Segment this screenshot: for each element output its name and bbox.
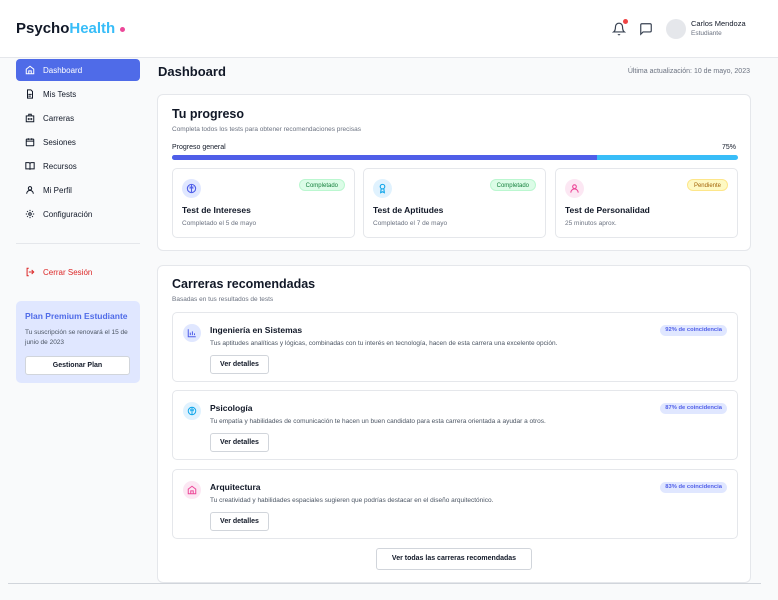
match-badge: 83% de coincidencia (660, 482, 727, 493)
test-name: Test de Personalidad (565, 205, 650, 215)
sidebar-item-mis-tests[interactable]: Mis Tests (16, 83, 140, 105)
avatar[interactable] (666, 19, 686, 39)
book-icon (25, 162, 35, 170)
status-badge: Completado (489, 179, 536, 191)
test-icon-wrap (565, 179, 584, 198)
last-update-text: Última actualización: 10 de mayo, 2023 (627, 68, 750, 75)
home-icon (25, 65, 35, 75)
logout-icon (26, 267, 35, 277)
progress-bar-fill (172, 155, 597, 160)
notification-dot (623, 19, 628, 24)
sidebar-item-mi-perfil[interactable]: Mi Perfil (16, 179, 140, 201)
career-name: Arquitectura (210, 482, 261, 492)
manage-plan-button[interactable]: Gestionar Plan (25, 356, 130, 375)
careers-title: Carreras recomendadas (172, 277, 316, 291)
career-icon-wrap (183, 324, 201, 342)
logo-accent: Health (69, 20, 116, 37)
home-icon (187, 485, 197, 495)
page-title: Dashboard (158, 64, 226, 79)
user-name[interactable]: Carlos Mendoza (691, 19, 746, 28)
premium-plan-box: Plan Premium Estudiante Tu suscripción s… (16, 301, 140, 383)
top-header: PsychoHealth Carlos Mendoza Estudiante (0, 0, 778, 58)
sidebar-item-label: Mis Tests (43, 90, 77, 99)
sidebar-item-recursos[interactable]: Recursos (16, 155, 140, 177)
progress-card: Tu progreso Completa todos los tests par… (157, 94, 751, 251)
test-card-aptitudes[interactable]: Completado Test de Aptitudes Completado … (363, 168, 546, 238)
career-name: Ingeniería en Sistemas (210, 325, 303, 335)
sidebar-item-carreras[interactable]: Carreras (16, 107, 140, 129)
user-icon (26, 186, 34, 194)
status-badge: Completado (298, 179, 345, 191)
building-icon (25, 113, 35, 123)
sidebar-divider (16, 243, 140, 244)
careers-subtitle: Basadas en tus resultados de tests (172, 296, 274, 303)
bell-icon[interactable] (612, 22, 626, 36)
test-status: Completado el 5 de mayo (182, 220, 257, 227)
brain-icon (186, 183, 197, 194)
plan-renewal-text: Tu suscripción se renovará el 15 de juni… (25, 329, 128, 346)
career-item-arquitectura: Arquitectura Tu creatividad y habilidade… (172, 469, 738, 539)
progress-title: Tu progreso (172, 107, 244, 121)
calendar-icon (25, 138, 35, 147)
test-name: Test de Aptitudes (373, 205, 444, 215)
progress-label: Progreso general (172, 144, 226, 151)
test-icon-wrap (182, 179, 201, 198)
status-badge: Pendiente (686, 179, 728, 191)
sidebar-item-label: Recursos (43, 162, 77, 171)
test-card-personalidad[interactable]: Pendiente Test de Personalidad 25 minuto… (555, 168, 738, 238)
sidebar-item-configuracion[interactable]: Configuración (16, 203, 140, 225)
career-item-ingenieria: Ingeniería en Sistemas Tus aptitudes ana… (172, 312, 738, 382)
sidebar-item-sesiones[interactable]: Sesiones (16, 131, 140, 153)
careers-card: Carreras recomendadas Basadas en tus res… (157, 265, 751, 583)
test-status: Completado el 7 de mayo (373, 220, 448, 227)
sidebar-item-label: Carreras (43, 114, 75, 123)
logo-main: Psycho (16, 20, 70, 37)
test-status: 25 minutos aprox. (565, 220, 617, 227)
view-all-careers-button[interactable]: Ver todas las carreras recomendadas (376, 548, 532, 570)
view-details-button[interactable]: Ver detalles (210, 355, 269, 374)
chart-icon (187, 329, 196, 338)
gear-icon (25, 209, 35, 219)
career-description: Tu empatía y habilidades de comunicación… (210, 418, 546, 425)
user-role: Estudiante (691, 30, 722, 37)
logout-button[interactable]: Cerrar Sesión (16, 262, 140, 282)
view-details-button[interactable]: Ver detalles (210, 512, 269, 531)
logo-dot (120, 26, 126, 32)
career-name: Psicología (210, 403, 253, 413)
test-icon-wrap (373, 179, 392, 198)
brain-icon (187, 406, 197, 416)
app-logo[interactable]: PsychoHealth (16, 20, 126, 37)
sidebar-item-label: Sesiones (43, 138, 76, 147)
career-icon-wrap (183, 402, 201, 420)
progress-bar (172, 155, 738, 160)
person-icon (570, 184, 579, 193)
progress-subtitle: Completa todos los tests para obtener re… (172, 126, 361, 133)
career-item-psicologia: Psicología Tu empatía y habilidades de c… (172, 390, 738, 460)
message-icon[interactable] (639, 22, 653, 36)
progress-percent: 75% (721, 144, 736, 151)
plan-title: Plan Premium Estudiante (25, 311, 128, 321)
logout-label: Cerrar Sesión (43, 268, 93, 277)
match-badge: 87% de coincidencia (660, 403, 727, 414)
career-description: Tus aptitudes analíticas y lógicas, comb… (210, 340, 558, 347)
test-card-intereses[interactable]: Completado Test de Intereses Completado … (172, 168, 355, 238)
career-description: Tu creatividad y habilidades espaciales … (210, 497, 494, 504)
sidebar-item-label: Mi Perfil (43, 186, 72, 195)
bottom-divider (8, 583, 761, 584)
document-icon (27, 89, 33, 99)
match-badge: 92% de coincidencia (660, 325, 727, 336)
sidebar-item-dashboard[interactable]: Dashboard (16, 59, 140, 81)
sidebar-item-label: Configuración (43, 210, 93, 219)
career-icon-wrap (183, 481, 201, 499)
sidebar-item-label: Dashboard (43, 66, 83, 75)
view-details-button[interactable]: Ver detalles (210, 433, 269, 452)
award-icon (379, 183, 386, 194)
test-name: Test de Intereses (182, 205, 251, 215)
